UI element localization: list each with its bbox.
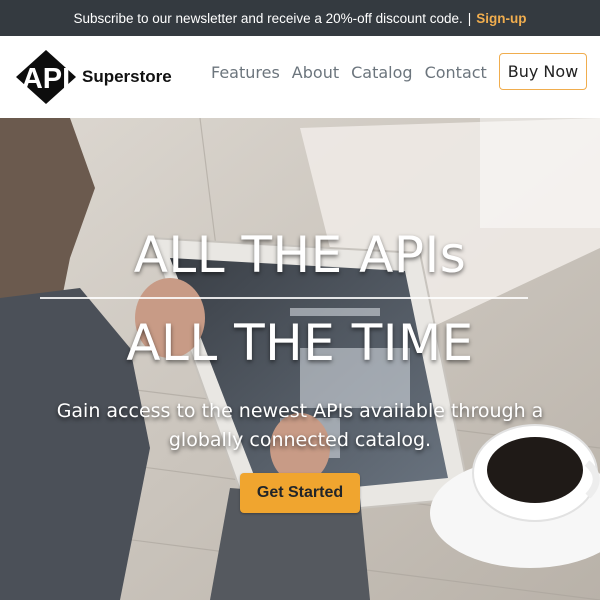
- signup-link[interactable]: Sign-up: [476, 11, 526, 26]
- hero-section: ALL THE APIs ALL THE TIME Gain access to…: [0, 118, 600, 600]
- logo-text: API: [22, 63, 70, 95]
- newsletter-banner: Subscribe to our newsletter and receive …: [0, 0, 600, 36]
- buy-now-button[interactable]: Buy Now: [499, 53, 587, 90]
- navbar: API Superstore Features About Catalog Co…: [0, 36, 600, 118]
- get-started-button[interactable]: Get Started: [240, 473, 360, 513]
- hero-subtitle: Gain access to the newest APIs available…: [56, 400, 544, 451]
- hero-title-line1: ALL THE APIs: [133, 226, 467, 284]
- banner-text: Subscribe to our newsletter and receive …: [73, 10, 463, 26]
- nav-links: Features About Catalog Contact: [211, 63, 499, 82]
- nav-link-about[interactable]: About: [292, 63, 339, 82]
- brand-name: Superstore: [82, 67, 172, 86]
- nav-link-catalog[interactable]: Catalog: [351, 63, 412, 82]
- api-logo-icon: API: [16, 50, 76, 104]
- nav-link-contact[interactable]: Contact: [425, 63, 487, 82]
- banner-separator: |: [467, 10, 472, 26]
- brand[interactable]: API Superstore: [14, 48, 172, 106]
- hero-divider: [40, 297, 528, 299]
- nav-link-features[interactable]: Features: [211, 63, 280, 82]
- hero-title-line2: ALL THE TIME: [126, 314, 474, 372]
